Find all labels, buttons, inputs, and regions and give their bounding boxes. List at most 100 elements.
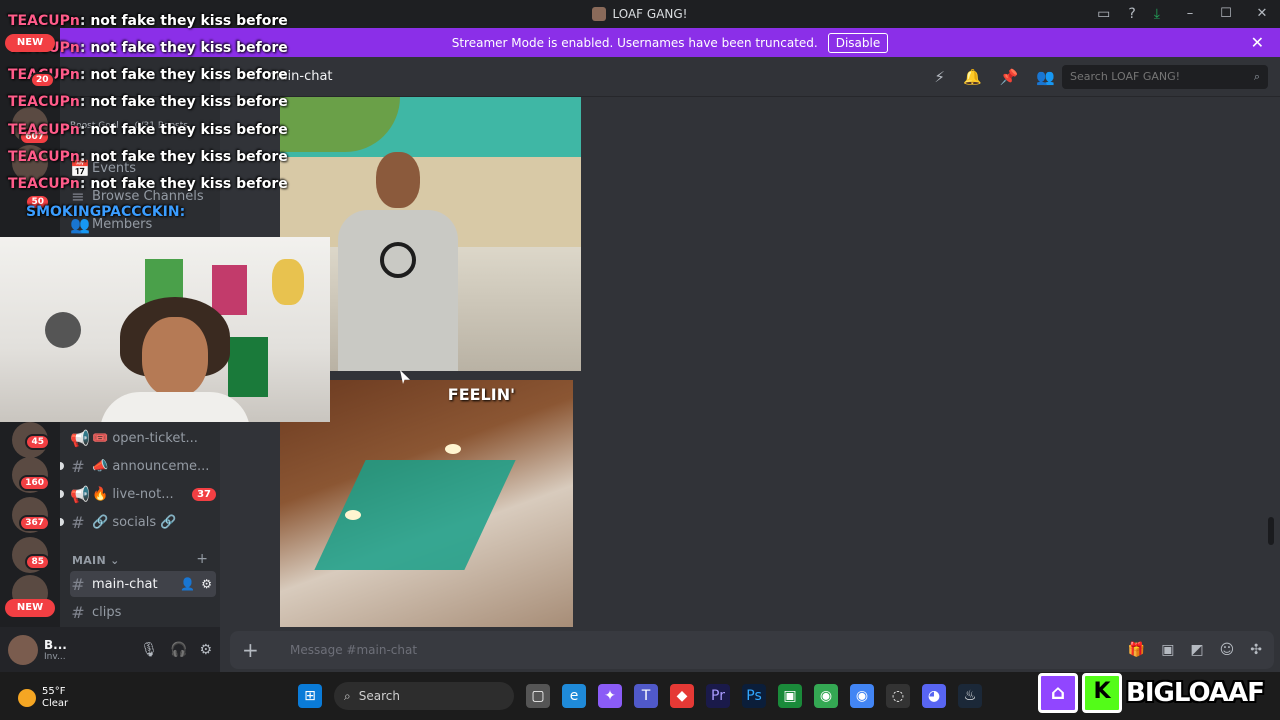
weather-condition: Clear (42, 698, 69, 709)
fan (45, 312, 81, 348)
channel-label: main-chat (92, 576, 158, 592)
user-status: Inv... (44, 651, 66, 662)
window-controls: – ☐ ✕ (1172, 0, 1280, 27)
gear-icon[interactable]: ⚙ (201, 577, 212, 591)
username: B... (44, 637, 67, 652)
chrome-icon[interactable]: ◉ (850, 684, 874, 708)
channel-live-notifications[interactable]: 📢 🔥 live-not... 37 (70, 481, 216, 507)
server-badge: 367 (19, 515, 50, 531)
banner-text: Streamer Mode is enabled. Usernames have… (451, 35, 818, 50)
app-icon[interactable]: ▣ (778, 684, 802, 708)
category-label: MAIN (72, 554, 106, 567)
close-window-icon[interactable]: ✕ (1244, 6, 1280, 21)
maximize-icon[interactable]: ☐ (1208, 6, 1244, 21)
webcam-overlay (0, 237, 330, 422)
invite-icon[interactable]: 👤 (180, 577, 195, 591)
app-icon[interactable]: ◆ (670, 684, 694, 708)
premiere-icon[interactable]: Pr (706, 684, 730, 708)
channel-open-ticket[interactable]: 📢 🎟️ open-ticket... (70, 425, 216, 451)
pin-icon[interactable]: 📌 (1000, 68, 1019, 86)
server-badge: 20 (30, 72, 55, 88)
unread-indicator (60, 490, 64, 498)
media-head (376, 152, 420, 208)
hash-icon: # (71, 512, 85, 532)
members-icon[interactable]: 👥 (1036, 68, 1055, 86)
streamer (100, 297, 250, 422)
channel-socials[interactable]: # 🔗 socials 🔗 (70, 509, 216, 535)
unread-indicator (60, 462, 64, 470)
hash-icon: # (71, 602, 85, 622)
scrollbar[interactable] (1268, 517, 1274, 545)
kick-icon: K (1082, 673, 1122, 713)
gear-icon[interactable]: ⚙ (199, 642, 212, 658)
streamer-face (142, 317, 208, 397)
add-channel-icon[interactable]: + (196, 551, 208, 567)
apps-icon[interactable]: ✣ (1250, 642, 1262, 658)
channel-clips[interactable]: # clips (70, 599, 216, 625)
server-badge: 160 (19, 475, 50, 491)
announcement-icon: 📢 (70, 484, 90, 504)
sticker-icon[interactable]: ◩ (1190, 642, 1203, 658)
microphone-icon[interactable]: 🎙 (140, 642, 158, 658)
channel-label: 🔥 live-not... (92, 486, 174, 502)
minimize-icon[interactable]: – (1172, 6, 1208, 21)
stream-chat-overlay: TEACUPn: not fake they kiss before TEACU… (0, 0, 300, 240)
gift-icon[interactable]: 🎁 (1128, 642, 1145, 658)
add-attachment-icon[interactable]: + (242, 638, 266, 662)
server-icon (592, 6, 607, 21)
app-icon[interactable]: ◌ (886, 684, 910, 708)
taskbar-search[interactable]: ⌕ Search (334, 682, 514, 710)
task-view-icon[interactable]: ▢ (526, 684, 550, 708)
twitch-icon: ⌂ (1038, 673, 1078, 713)
download-icon[interactable]: ⤓ (1154, 6, 1160, 22)
threads-icon[interactable]: ⚡ (934, 68, 945, 86)
media-person (338, 152, 458, 371)
streamer-brand-overlay: ⌂ K BIGLOAAF (1038, 668, 1278, 718)
brand-name: BIGLOAAF (1126, 678, 1265, 708)
weather-widget[interactable]: 55°F Clear (18, 686, 68, 710)
inbox-icon[interactable]: ▭ (1097, 6, 1110, 22)
search-input[interactable] (1070, 69, 1240, 84)
weather-icon (18, 689, 36, 707)
server-badge: 45 (25, 434, 50, 450)
hash-icon: # (71, 574, 85, 594)
steam-icon[interactable]: ♨ (958, 684, 982, 708)
channel-label: 🔗 socials 🔗 (92, 514, 177, 530)
edge-icon[interactable]: e (562, 684, 586, 708)
new-badge: NEW (5, 34, 55, 52)
overlay-message: TEACUPn: not fake they kiss before (8, 13, 288, 29)
user-panel: B... Inv... 🎙 🎧 ⚙ (0, 627, 220, 672)
teams-icon[interactable]: T (634, 684, 658, 708)
channel-label: 📣 announceme... (92, 458, 210, 474)
channel-announcements[interactable]: # 📣 announceme... (70, 453, 216, 479)
shirt-logo (380, 242, 416, 278)
channel-main-chat[interactable]: # main-chat 👤 ⚙ (70, 571, 216, 597)
emoji-icon[interactable]: ☺ (1220, 642, 1235, 658)
user-info[interactable]: B... Inv... (44, 638, 78, 662)
unread-indicator (60, 518, 64, 526)
disable-button[interactable]: Disable (827, 32, 889, 53)
ceiling-light (345, 510, 361, 520)
message-input[interactable] (290, 643, 1070, 657)
message-area: FEELIN' (220, 97, 1280, 627)
headphones-icon[interactable]: 🎧 (170, 642, 187, 658)
composer-area: + 🎁 ▣ ◩ ☺ ✣ (220, 627, 1280, 672)
copilot-icon[interactable]: ✦ (598, 684, 622, 708)
taskbar-search-label: Search (358, 689, 400, 703)
close-banner-icon[interactable]: ✕ (1251, 33, 1264, 52)
avatar[interactable] (8, 634, 38, 665)
category-main[interactable]: MAIN ⌄ (72, 554, 120, 567)
overlay-message: TEACUPn: not fake they kiss before (8, 149, 288, 165)
gif-icon[interactable]: ▣ (1161, 642, 1174, 658)
weather-text: 55°F Clear (42, 686, 68, 710)
announcement-icon: 📢 (70, 428, 90, 448)
start-icon[interactable]: ⊞ (298, 684, 322, 708)
chrome-icon[interactable]: ◉ (814, 684, 838, 708)
new-badge: NEW (5, 599, 55, 617)
photoshop-icon[interactable]: Ps (742, 684, 766, 708)
discord-icon[interactable]: ◕ (922, 684, 946, 708)
bell-icon[interactable]: 🔔 (963, 68, 982, 86)
chat-header: # main-chat ⚡ 🔔 📌 👥 ⌕ (220, 57, 1280, 97)
help-icon[interactable]: ? (1128, 6, 1135, 22)
search-box[interactable]: ⌕ (1062, 64, 1268, 89)
